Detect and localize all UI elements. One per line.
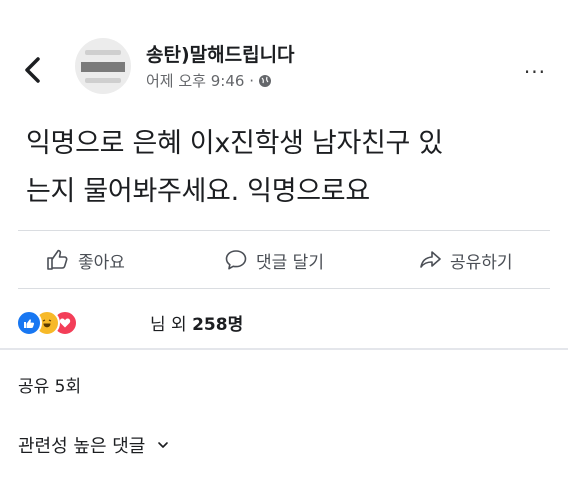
comment-icon [225, 250, 247, 270]
divider [18, 230, 550, 231]
like-label: 좋아요 [78, 252, 125, 273]
reaction-icons[interactable] [16, 306, 96, 336]
like-button[interactable]: 좋아요 [46, 232, 125, 288]
post-header: 송탄)말해드립니다 어제 오후 9:46 · ··· [0, 0, 568, 110]
post-line-2: 는지 물어봐주세요. 익명으로요 [26, 176, 370, 207]
comment-sort-label: 관련성 높은 댓글 [18, 436, 146, 457]
page-name[interactable]: 송탄)말해드립니다 [146, 40, 295, 67]
share-count[interactable]: 공유 5회 [18, 372, 81, 397]
chevron-down-icon [158, 442, 169, 448]
comment-label: 댓글 달기 [256, 252, 324, 273]
reaction-count-prefix: 님 외 [150, 315, 193, 335]
comment-sort-dropdown[interactable]: 관련성 높은 댓글 [18, 432, 169, 458]
back-arrow-icon[interactable] [22, 56, 44, 84]
reaction-count-value: 258명 [192, 315, 244, 335]
section-divider [0, 348, 568, 350]
share-arrow-icon [420, 251, 441, 268]
divider [18, 288, 550, 289]
comment-button[interactable]: 댓글 달기 [224, 232, 324, 288]
post-line-1: 익명으로 은혜 이x진학생 남자친구 있 [26, 128, 443, 159]
share-button[interactable]: 공유하기 [418, 232, 513, 288]
like-reaction-icon [16, 310, 42, 336]
post-time[interactable]: 어제 오후 9:46 · [146, 70, 254, 91]
post-body: 익명으로 은혜 이x진학생 남자친구 있 는지 물어봐주세요. 익명으로요 [26, 120, 546, 216]
action-bar: 좋아요 댓글 달기 공유하기 [0, 232, 568, 288]
reaction-count[interactable]: 님 외 258명 [150, 310, 243, 335]
thumbs-up-icon [47, 249, 68, 270]
page-avatar[interactable] [75, 38, 131, 94]
share-label: 공유하기 [450, 252, 513, 273]
globe-icon [258, 74, 271, 87]
more-options-icon[interactable]: ··· [524, 60, 546, 84]
post-meta: 어제 오후 9:46 · [146, 70, 272, 91]
